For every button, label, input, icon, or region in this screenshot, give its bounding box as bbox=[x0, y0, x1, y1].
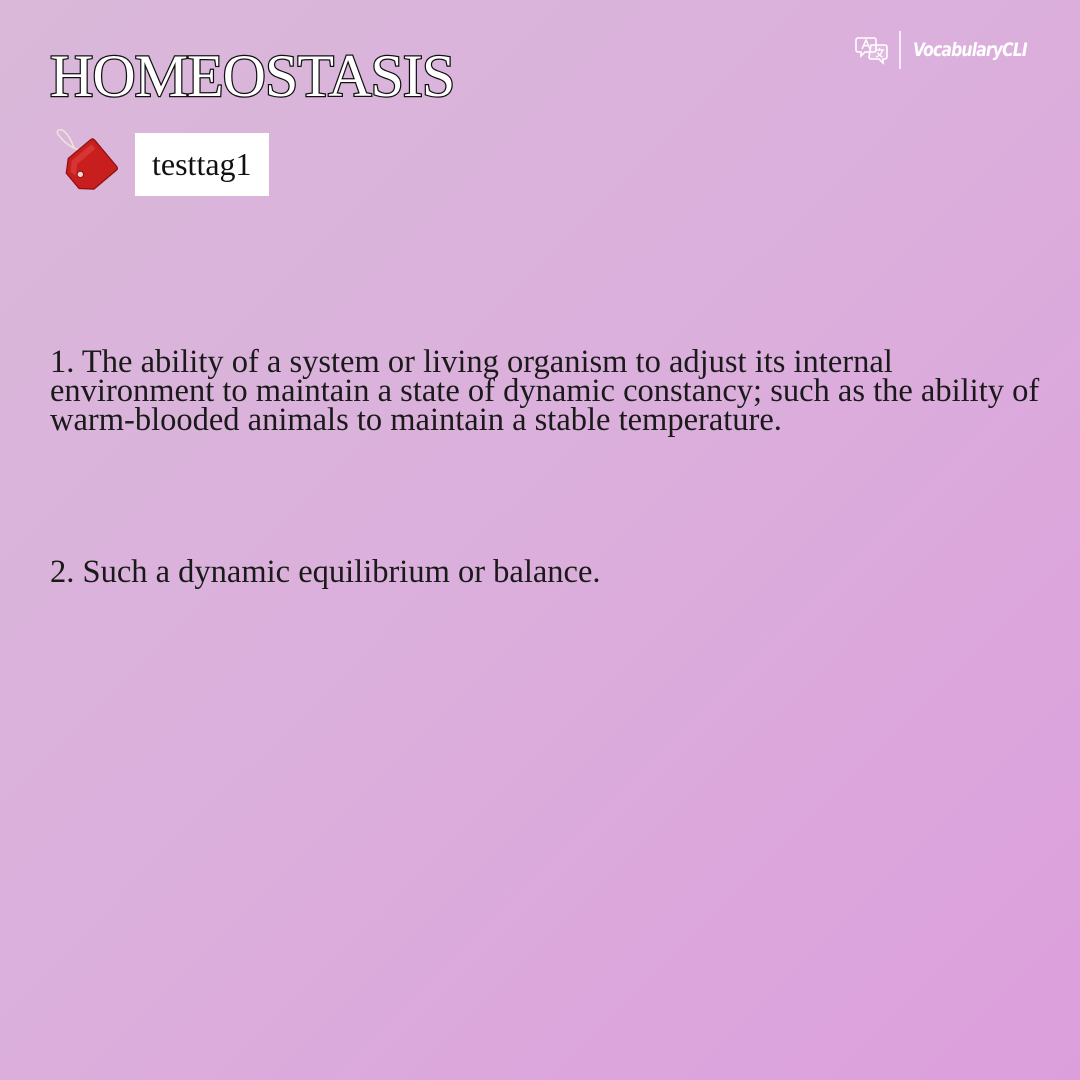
translate-icon bbox=[855, 33, 889, 67]
brand-logo: VocabularyCLI bbox=[855, 30, 1052, 70]
definition-item: 2. Such a dynamic equilibrium or balance… bbox=[50, 554, 601, 590]
definition-list: 1. The ability of a system or living org… bbox=[50, 344, 1050, 590]
tag-row: testtag1 bbox=[52, 128, 269, 200]
price-tag-icon bbox=[52, 128, 122, 200]
tag-label[interactable]: testtag1 bbox=[135, 132, 269, 196]
brand-name: VocabularyCLI bbox=[913, 39, 1028, 61]
brand-divider bbox=[899, 31, 902, 69]
vocabulary-card: HOMEOSTASIS VocabularyCLI testtag1 1. Th… bbox=[0, 0, 1080, 1080]
definition-item: 1. The ability of a system or living org… bbox=[50, 344, 1040, 438]
word-title: HOMEOSTASIS bbox=[49, 42, 457, 111]
